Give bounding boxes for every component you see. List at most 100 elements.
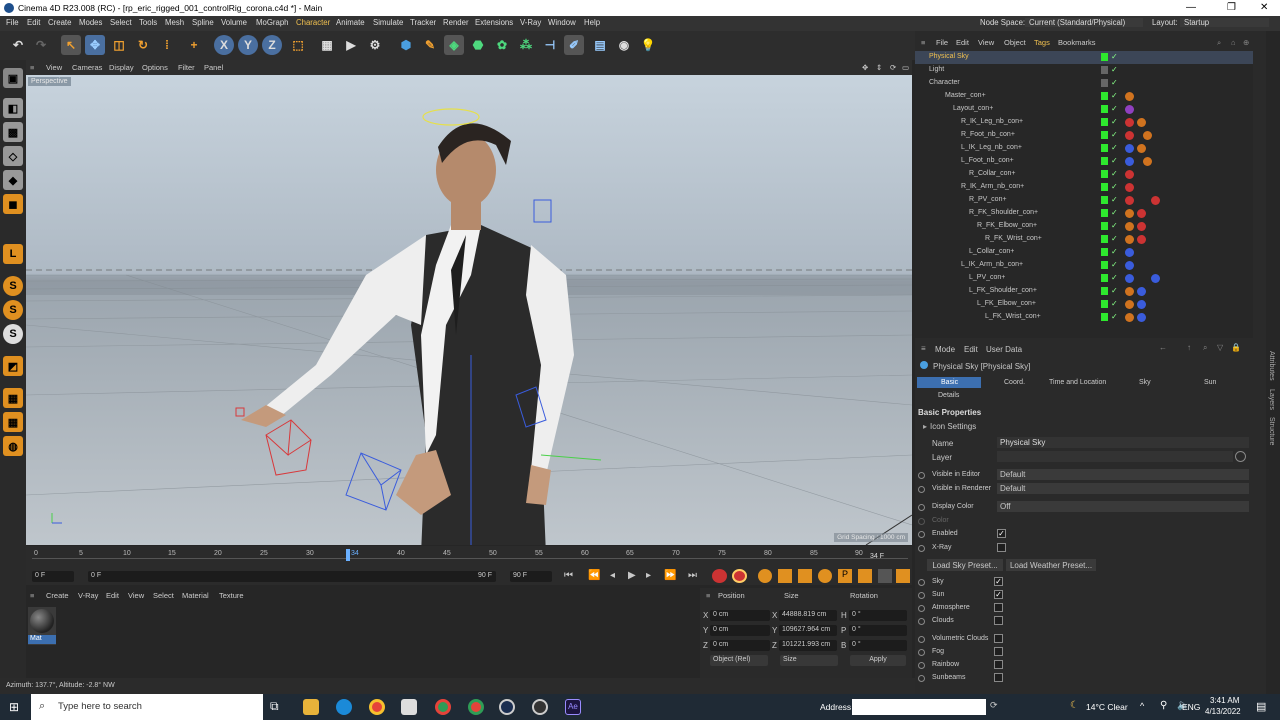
visibility-icon[interactable]: [1101, 287, 1108, 295]
enabled-check-icon[interactable]: ✓: [1111, 247, 1118, 256]
menu-extensions[interactable]: Extensions: [475, 18, 513, 27]
tag-icon[interactable]: [1125, 183, 1134, 192]
visibility-icon[interactable]: [1101, 248, 1108, 256]
attr-menu-edit[interactable]: Edit: [964, 345, 978, 354]
right-hand-control[interactable]: [265, 419, 312, 476]
menu-vray[interactable]: V-Ray: [520, 18, 541, 27]
visibility-icon[interactable]: [1101, 313, 1108, 321]
after-effects-icon[interactable]: Ae: [565, 699, 581, 715]
select-tool-icon[interactable]: ↖: [61, 35, 81, 55]
cube-icon[interactable]: ⬢: [396, 35, 416, 55]
rotate-tool-icon[interactable]: ↻: [133, 35, 153, 55]
visibility-icon[interactable]: [1101, 196, 1108, 204]
object-row[interactable]: R_IK_Arm_nb_con+ ✓: [915, 181, 1253, 194]
enabled-check-icon[interactable]: ✓: [1111, 52, 1118, 61]
object-new-icon[interactable]: ⊕: [1243, 38, 1249, 47]
minimize-icon[interactable]: —: [1186, 2, 1196, 13]
key-rotation-icon[interactable]: [818, 569, 832, 583]
make-editable-icon[interactable]: ▣: [3, 68, 23, 88]
tag-icon[interactable]: [1125, 300, 1134, 309]
tag-icon[interactable]: [1125, 313, 1134, 322]
layer-link-icon[interactable]: [1235, 451, 1246, 462]
chrome-app-icon[interactable]: [435, 699, 451, 715]
mat-menu-select[interactable]: Select: [153, 591, 174, 600]
render-region-icon[interactable]: ▦: [317, 35, 337, 55]
viewport-rotate-icon[interactable]: ⟳: [890, 63, 896, 72]
rot-p-field[interactable]: 0 °: [849, 625, 907, 636]
menu-mograph[interactable]: MoGraph: [256, 18, 289, 27]
pos-y-field[interactable]: 0 cm: [710, 625, 770, 636]
cloner-icon[interactable]: ✿: [492, 35, 512, 55]
weather-text[interactable]: 14°C Clear: [1086, 702, 1128, 712]
object-row[interactable]: L_Collar_con+ ✓: [915, 246, 1253, 259]
mat-menu-view[interactable]: View: [128, 591, 144, 600]
start-frame-field[interactable]: 0 F: [32, 571, 74, 582]
object-row[interactable]: Physical Sky ✓: [915, 51, 1253, 64]
key-param-icon[interactable]: P: [838, 569, 852, 583]
visibility-icon[interactable]: [1101, 170, 1108, 178]
clock-date[interactable]: 4/13/2022: [1205, 707, 1241, 716]
tab-basic[interactable]: Basic: [917, 377, 981, 388]
size-y-field[interactable]: 109627.964 cm: [779, 625, 837, 636]
snap-settings-icon[interactable]: S: [3, 300, 23, 320]
volumetric-clouds-checkbox[interactable]: [994, 634, 1003, 643]
visibility-icon[interactable]: [1101, 157, 1108, 165]
size-x-field[interactable]: 44888.819 cm: [779, 610, 837, 621]
enabled-check-icon[interactable]: ✓: [1111, 65, 1118, 74]
tag-icon[interactable]: [1125, 274, 1134, 283]
object-row[interactable]: L_PV_con+ ✓: [915, 272, 1253, 285]
layout-dropdown[interactable]: Startup: [1180, 18, 1270, 27]
tag-icon[interactable]: [1125, 261, 1134, 270]
tab-details[interactable]: Details: [938, 392, 959, 399]
tag-icon[interactable]: [1137, 235, 1146, 244]
visibility-icon[interactable]: [1101, 261, 1108, 269]
atmosphere-checkbox[interactable]: [994, 603, 1003, 612]
material-item[interactable]: Mat: [28, 607, 56, 645]
min-frame-field[interactable]: 0 F: [88, 571, 496, 582]
pen-icon[interactable]: ✎: [420, 35, 440, 55]
layer-field[interactable]: [997, 451, 1233, 462]
left-hand-control[interactable]: [345, 452, 402, 511]
tag-icon[interactable]: [1125, 222, 1134, 231]
obj-menu-object[interactable]: Object: [1004, 38, 1026, 47]
axis-mode-icon[interactable]: L: [3, 244, 23, 264]
key-pla-icon[interactable]: [858, 569, 872, 583]
apply-button[interactable]: Apply: [850, 655, 906, 666]
menu-tracker[interactable]: Tracker: [410, 18, 436, 27]
edge-icon[interactable]: [336, 699, 352, 715]
next-frame-icon[interactable]: ▸: [646, 570, 651, 581]
vp-menu-view[interactable]: View: [46, 63, 62, 72]
vp-menu-options[interactable]: Options: [142, 63, 168, 72]
x-axis-lock[interactable]: X: [214, 35, 234, 55]
object-row[interactable]: Master_con+ ✓: [915, 90, 1253, 103]
workplane-icon[interactable]: ▦: [3, 388, 23, 408]
obj-menu-tags[interactable]: Tags: [1034, 38, 1050, 47]
viewport-move-icon[interactable]: ✥: [862, 63, 868, 72]
obj-menu-edit[interactable]: Edit: [956, 38, 969, 47]
sunbeams-checkbox[interactable]: [994, 673, 1003, 682]
object-row[interactable]: L_Foot_nb_con+ ✓: [915, 155, 1253, 168]
mat-menu-vray[interactable]: V-Ray: [78, 591, 98, 600]
visibility-icon[interactable]: [1101, 209, 1108, 217]
tag-icon[interactable]: [1125, 144, 1134, 153]
enabled-check-icon[interactable]: ✓: [1111, 299, 1118, 308]
windows-start-icon[interactable]: ⊞: [9, 700, 19, 714]
keyframe-selection-icon[interactable]: [758, 569, 772, 583]
menu-modes[interactable]: Modes: [79, 18, 102, 27]
tag-icon[interactable]: [1151, 274, 1160, 283]
enabled-check-icon[interactable]: ✓: [1111, 312, 1118, 321]
obj-menu-view[interactable]: View: [978, 38, 994, 47]
mat-menu-material[interactable]: Material: [182, 591, 209, 600]
redo-icon[interactable]: ↷: [31, 35, 51, 55]
language-indicator[interactable]: ENG: [1182, 702, 1200, 712]
object-row[interactable]: Layout_con+ ✓: [915, 103, 1253, 116]
vp-menu-display[interactable]: Display: [109, 63, 134, 72]
enabled-check-icon[interactable]: ✓: [1111, 78, 1118, 87]
menu-mesh[interactable]: Mesh: [165, 18, 184, 27]
menu-select[interactable]: Select: [110, 18, 132, 27]
attr-menu-mode[interactable]: Mode: [935, 345, 955, 354]
animate-dot-icon[interactable]: [918, 662, 925, 669]
tag-icon[interactable]: [1125, 131, 1134, 140]
animate-dot-icon[interactable]: [918, 545, 925, 552]
vp-menu-cameras[interactable]: Cameras: [72, 63, 102, 72]
